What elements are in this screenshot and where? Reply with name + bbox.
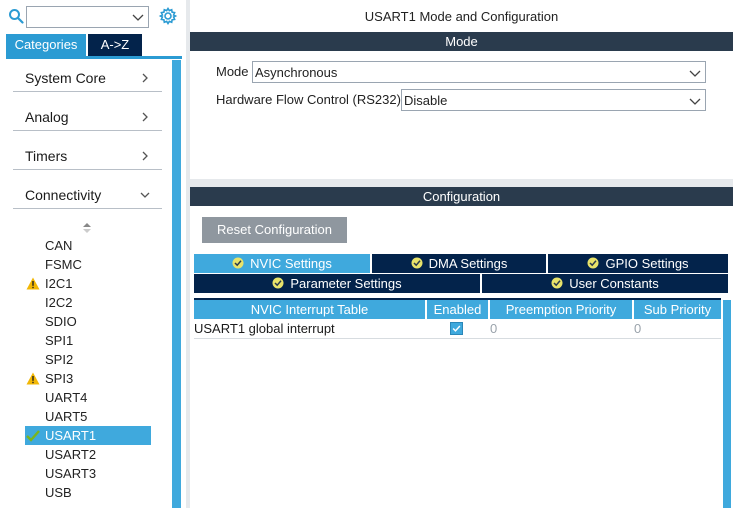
mode-select[interactable]: Asynchronous [252, 61, 706, 83]
left-panel: Categories A->Z System Core Analog Timer… [0, 0, 188, 508]
flow-control-value: Disable [404, 93, 448, 108]
column-header-enabled[interactable]: Enabled [427, 300, 488, 319]
interrupt-name: USART1 global interrupt [194, 321, 335, 336]
peripheral-fsmc[interactable]: FSMC [25, 255, 151, 274]
peripheral-label: USB [45, 485, 72, 500]
peripheral-usart3[interactable]: USART3 [25, 464, 151, 483]
gear-icon[interactable] [158, 6, 178, 26]
warning-icon [26, 372, 40, 385]
section-separator[interactable] [190, 179, 733, 187]
peripheral-uart4[interactable]: UART4 [25, 388, 151, 407]
warning-icon [26, 277, 40, 290]
peripheral-label: UART4 [45, 390, 88, 405]
chevron-down-icon [140, 192, 150, 198]
left-scrollbar[interactable] [172, 60, 181, 508]
peripheral-label: SPI1 [45, 333, 74, 348]
tab-label: NVIC Settings [250, 256, 332, 271]
configuration-header: Configuration [190, 187, 733, 206]
search-input[interactable] [26, 6, 149, 28]
chevron-down-icon [689, 98, 701, 105]
peripheral-label: USART1 [45, 428, 97, 443]
peripheral-label: SDIO [45, 314, 77, 329]
tab-label: User Constants [569, 276, 659, 291]
mode-header: Mode [190, 32, 733, 51]
peripheral-spi1[interactable]: SPI1 [25, 331, 151, 350]
page-title: USART1 Mode and Configuration [364, 9, 559, 24]
right-panel: USART1 Mode and Configuration Mode Mode … [190, 0, 733, 508]
enabled-checkbox[interactable] [450, 322, 463, 335]
peripheral-label: FSMC [45, 257, 82, 272]
category-label: Analog [25, 109, 69, 125]
tab-label: GPIO Settings [605, 256, 689, 271]
table-row-divider [194, 338, 721, 339]
tab-parameter-settings[interactable]: Parameter Settings [194, 274, 480, 293]
peripheral-i2c1[interactable]: I2C1 [25, 274, 151, 293]
tab-label: Parameter Settings [290, 276, 402, 291]
category-tabs: Categories A->Z [6, 34, 182, 56]
category-system-core[interactable]: System Core [13, 58, 162, 92]
peripheral-label: SPI3 [45, 371, 74, 386]
app-root: Categories A->Z System Core Analog Timer… [0, 0, 733, 508]
category-timers[interactable]: Timers [13, 136, 162, 170]
sub-priority-value[interactable]: 0 [634, 319, 721, 338]
peripheral-label: UART5 [45, 409, 88, 424]
mode-label: Mode [216, 64, 249, 79]
category-connectivity[interactable]: Connectivity [13, 175, 162, 209]
chevron-right-icon [142, 112, 148, 122]
tab-nvic-settings[interactable]: NVIC Settings [194, 254, 370, 273]
peripheral-uart5[interactable]: UART5 [25, 407, 151, 426]
search-icon[interactable] [8, 8, 24, 24]
column-header-sub-priority[interactable]: Sub Priority [634, 300, 721, 319]
category-label: System Core [25, 70, 106, 86]
column-header-preemption[interactable]: Preemption Priority [490, 300, 632, 319]
peripheral-usart2[interactable]: USART2 [25, 445, 151, 464]
peripheral-spi3[interactable]: SPI3 [25, 369, 151, 388]
check-circle-icon [411, 257, 423, 269]
tab-a-to-z[interactable]: A->Z [88, 34, 142, 56]
check-circle-icon [232, 257, 244, 269]
peripheral-spi2[interactable]: SPI2 [25, 350, 151, 369]
category-label: Connectivity [25, 187, 102, 203]
check-circle-icon [587, 257, 599, 269]
peripheral-i2c2[interactable]: I2C2 [25, 293, 151, 312]
column-header-interrupt[interactable]: NVIC Interrupt Table [194, 300, 425, 319]
peripheral-label: USART2 [45, 447, 97, 462]
chevron-right-icon [142, 151, 148, 161]
check-circle-icon [272, 277, 284, 289]
peripheral-label: USART3 [45, 466, 97, 481]
tab-gpio-settings[interactable]: GPIO Settings [548, 254, 728, 273]
flow-control-label: Hardware Flow Control (RS232) [216, 92, 401, 107]
tab-categories[interactable]: Categories [6, 34, 86, 56]
scroll-up-icon[interactable] [82, 222, 92, 234]
chevron-down-icon [689, 70, 701, 77]
tab-user-constants[interactable]: User Constants [482, 274, 728, 293]
mode-value: Asynchronous [255, 65, 338, 80]
peripheral-usart1[interactable]: USART1 [25, 426, 151, 445]
tab-label: DMA Settings [428, 256, 508, 271]
check-icon [26, 430, 40, 442]
flow-control-select[interactable]: Disable [401, 89, 706, 111]
peripheral-label: I2C1 [45, 276, 73, 291]
chevron-down-icon[interactable] [132, 11, 144, 23]
peripheral-usb[interactable]: USB [25, 483, 151, 502]
check-circle-icon [551, 277, 563, 289]
reset-configuration-button[interactable]: Reset Configuration [202, 217, 347, 243]
category-label: Timers [25, 148, 68, 164]
peripheral-label: I2C2 [45, 295, 73, 310]
mode-section: Mode Asynchronous Hardware Flow Control … [190, 51, 733, 179]
tab-dma-settings[interactable]: DMA Settings [372, 254, 546, 273]
preemption-priority-value[interactable]: 0 [490, 319, 632, 338]
peripheral-label: SPI2 [45, 352, 74, 367]
peripheral-label: CAN [45, 238, 73, 253]
right-scrollbar[interactable] [723, 300, 731, 508]
peripheral-can[interactable]: CAN [25, 236, 151, 255]
peripheral-sdio[interactable]: SDIO [25, 312, 151, 331]
chevron-right-icon [142, 73, 148, 83]
category-analog[interactable]: Analog [13, 97, 162, 131]
